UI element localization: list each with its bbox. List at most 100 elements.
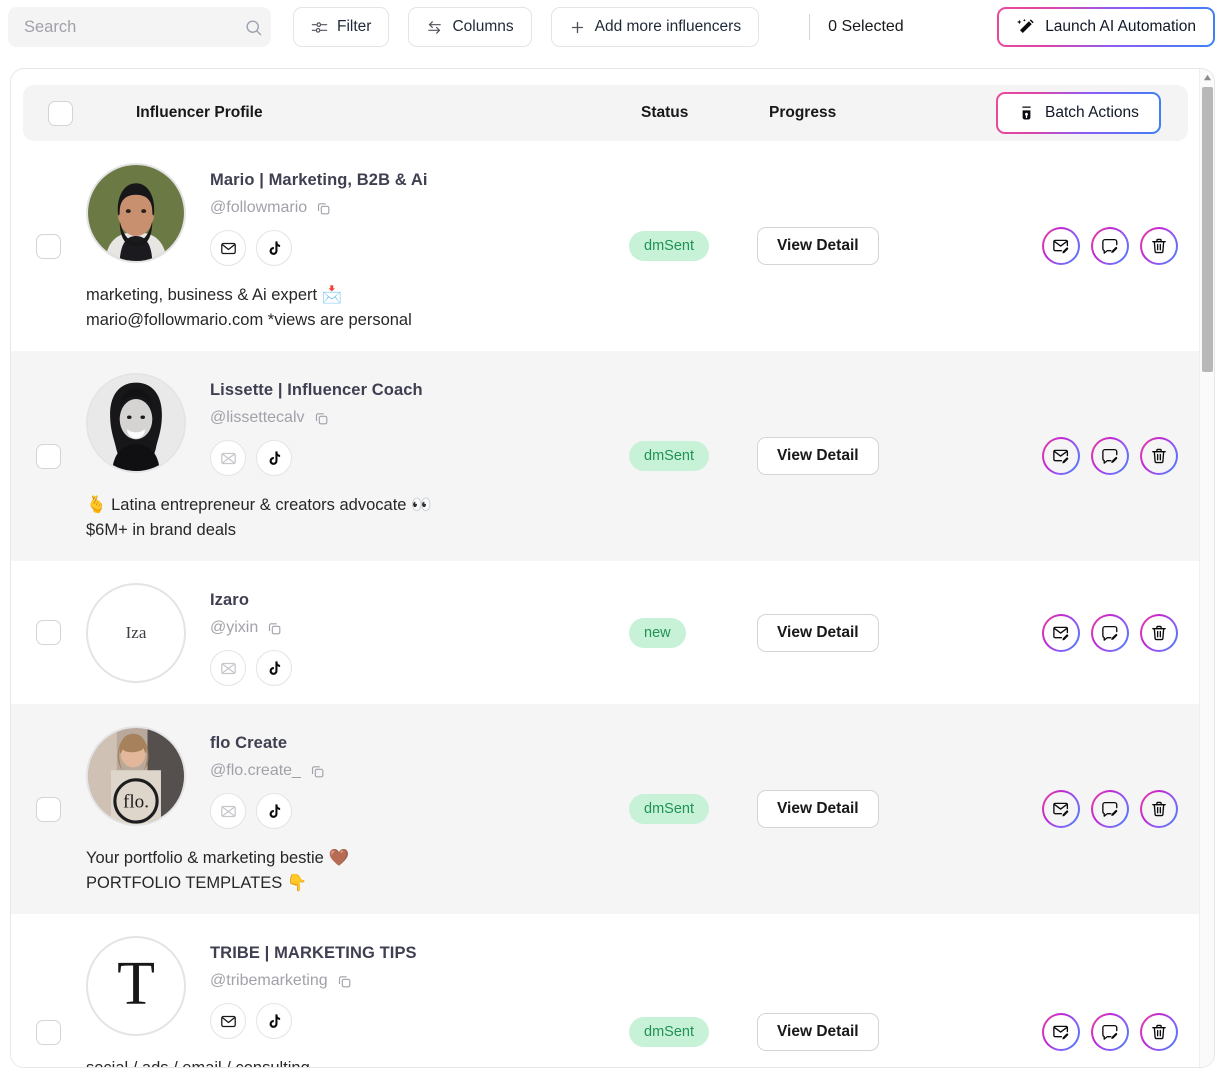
tiktok-link-button[interactable] <box>256 793 292 830</box>
column-header-profile: Influencer Profile <box>98 104 623 122</box>
profile-bio-line: 🫰 Latina entrepreneur & creators advocat… <box>86 496 432 515</box>
table-body: Mario | Marketing, B2B & Ai @followmario <box>11 141 1200 1067</box>
view-detail-button[interactable]: View Detail <box>757 790 879 829</box>
profile-name: Mario | Marketing, B2B & Ai <box>210 171 428 189</box>
profile-bio: marketing, business & Ai expert 📩 mario@f… <box>86 283 556 333</box>
tiktok-link-button[interactable] <box>256 440 292 477</box>
profile-handle-row: @yixin <box>210 619 292 637</box>
avatar: T <box>86 936 186 1037</box>
copy-icon[interactable] <box>337 974 352 989</box>
copy-icon[interactable] <box>316 201 331 216</box>
copy-icon[interactable] <box>310 764 325 779</box>
add-more-influencers-button[interactable]: Add more influencers <box>550 7 760 47</box>
plus-icon <box>571 21 583 33</box>
tiktok-icon <box>269 451 280 465</box>
batch-actions-label: Batch Actions <box>1045 104 1139 121</box>
table-row: Mario | Marketing, B2B & Ai @followmario <box>11 141 1200 352</box>
view-detail-button[interactable]: View Detail <box>757 437 879 476</box>
compose-message-button[interactable] <box>1091 1013 1129 1052</box>
email-link-button[interactable] <box>210 230 246 266</box>
view-detail-button[interactable]: View Detail <box>757 227 879 266</box>
row-actions <box>984 704 1200 914</box>
avatar-initials: Iza <box>125 623 147 643</box>
status-cell: new <box>611 561 739 704</box>
view-detail-button[interactable]: View Detail <box>757 613 879 652</box>
row-select-cell <box>11 141 86 351</box>
mail-disabled-icon <box>220 662 236 674</box>
progress-cell: View Detail <box>739 351 984 561</box>
filter-button[interactable]: Filter <box>293 7 390 47</box>
delete-row-button[interactable] <box>1140 790 1178 829</box>
copy-icon[interactable] <box>314 411 329 426</box>
avatar-photo <box>88 165 184 261</box>
batch-icon <box>1022 105 1031 120</box>
profile-handle: @tribemarketing <box>210 972 328 990</box>
profile-name: Izaro <box>210 591 250 610</box>
profile-cell-wrap: Mario | Marketing, B2B & Ai @followmario <box>86 141 611 351</box>
progress-cell: View Detail <box>739 704 984 914</box>
avatar: Iza <box>86 583 186 684</box>
email-link-button <box>210 650 246 687</box>
compose-email-button[interactable] <box>1042 790 1080 829</box>
progress-cell: View Detail <box>739 914 984 1067</box>
profile-cell-wrap: T TRIBE | MARKETING TIPS @tribemarketing <box>86 914 611 1067</box>
toolbar-divider <box>809 14 811 40</box>
tiktok-link-button[interactable] <box>256 230 292 266</box>
select-all-checkbox[interactable] <box>48 100 73 126</box>
profile-cell-wrap: Lissette | Influencer Coach @lissettecal… <box>86 351 611 561</box>
email-link-button[interactable] <box>210 1003 246 1040</box>
column-header-status-label: Status <box>641 104 689 121</box>
compose-message-button[interactable] <box>1091 613 1129 652</box>
progress-cell: View Detail <box>739 141 984 351</box>
status-badge: dmSent <box>629 441 709 472</box>
compose-email-icon <box>1053 449 1069 464</box>
delete-row-button[interactable] <box>1140 437 1178 476</box>
social-links <box>210 1003 417 1040</box>
status-cell: dmSent <box>611 704 739 914</box>
status-cell: dmSent <box>611 141 739 351</box>
scrollbar-thumb[interactable] <box>1202 87 1213 372</box>
row-checkbox[interactable] <box>36 1019 61 1045</box>
profile-handle: @flo.create_ <box>210 762 301 780</box>
sliders-icon <box>311 21 328 33</box>
profile-name: Lissette | Influencer Coach <box>210 381 423 400</box>
social-links <box>210 440 423 477</box>
row-checkbox[interactable] <box>36 620 61 646</box>
select-all-cell <box>23 100 98 126</box>
row-checkbox[interactable] <box>36 443 61 469</box>
compose-message-button[interactable] <box>1091 227 1129 266</box>
compose-message-button[interactable] <box>1091 437 1129 476</box>
delete-row-button[interactable] <box>1140 227 1178 266</box>
vertical-scrollbar[interactable] <box>1199 69 1214 1067</box>
tiktok-link-button[interactable] <box>256 650 292 687</box>
column-header-status: Status <box>623 104 751 122</box>
profile-handle-row: @followmario <box>210 199 428 217</box>
column-header-profile-label: Influencer Profile <box>136 104 263 121</box>
search-input[interactable] <box>24 17 244 37</box>
compose-email-button[interactable] <box>1042 1013 1080 1052</box>
search-box[interactable] <box>8 7 271 47</box>
delete-row-button[interactable] <box>1140 613 1178 652</box>
row-checkbox[interactable] <box>36 233 61 259</box>
compose-message-button[interactable] <box>1091 790 1129 829</box>
scroll-up-button[interactable] <box>1200 69 1214 85</box>
column-header-progress-label: Progress <box>769 104 837 121</box>
copy-icon[interactable] <box>267 621 282 636</box>
swap-arrows-icon <box>428 20 442 34</box>
batch-actions-button[interactable]: Batch Actions <box>996 92 1161 134</box>
mail-disabled-icon <box>220 452 236 464</box>
row-checkbox[interactable] <box>36 796 61 822</box>
compose-email-button[interactable] <box>1042 437 1080 476</box>
avatar <box>86 373 186 474</box>
delete-row-button[interactable] <box>1140 1013 1178 1052</box>
tiktok-link-button[interactable] <box>256 1003 292 1040</box>
compose-email-button[interactable] <box>1042 613 1080 652</box>
status-badge: new <box>629 617 686 648</box>
compose-email-button[interactable] <box>1042 227 1080 266</box>
columns-button[interactable]: Columns <box>408 7 532 47</box>
view-detail-button[interactable]: View Detail <box>757 1013 879 1052</box>
magic-wand-icon <box>1017 18 1034 33</box>
compose-message-icon <box>1102 449 1118 465</box>
profile-bio-line: Your portfolio & marketing bestie 🤎 <box>86 849 349 868</box>
launch-ai-automation-button[interactable]: Launch AI Automation <box>997 7 1215 47</box>
